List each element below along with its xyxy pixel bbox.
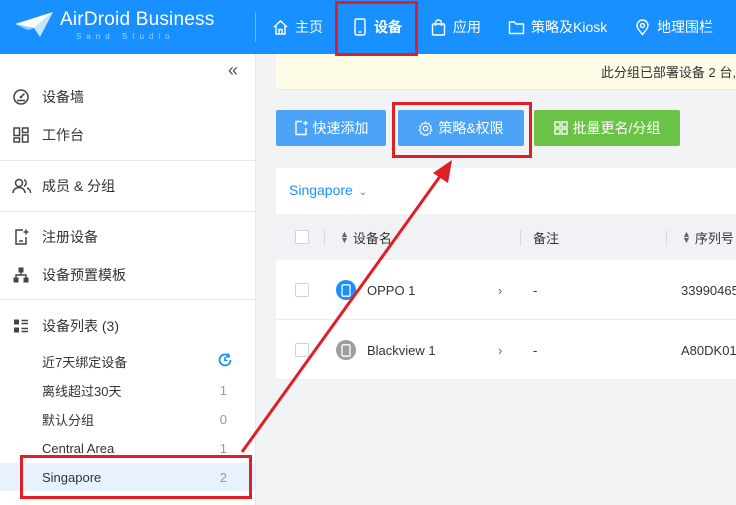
- annotation-arrow: [240, 160, 452, 453]
